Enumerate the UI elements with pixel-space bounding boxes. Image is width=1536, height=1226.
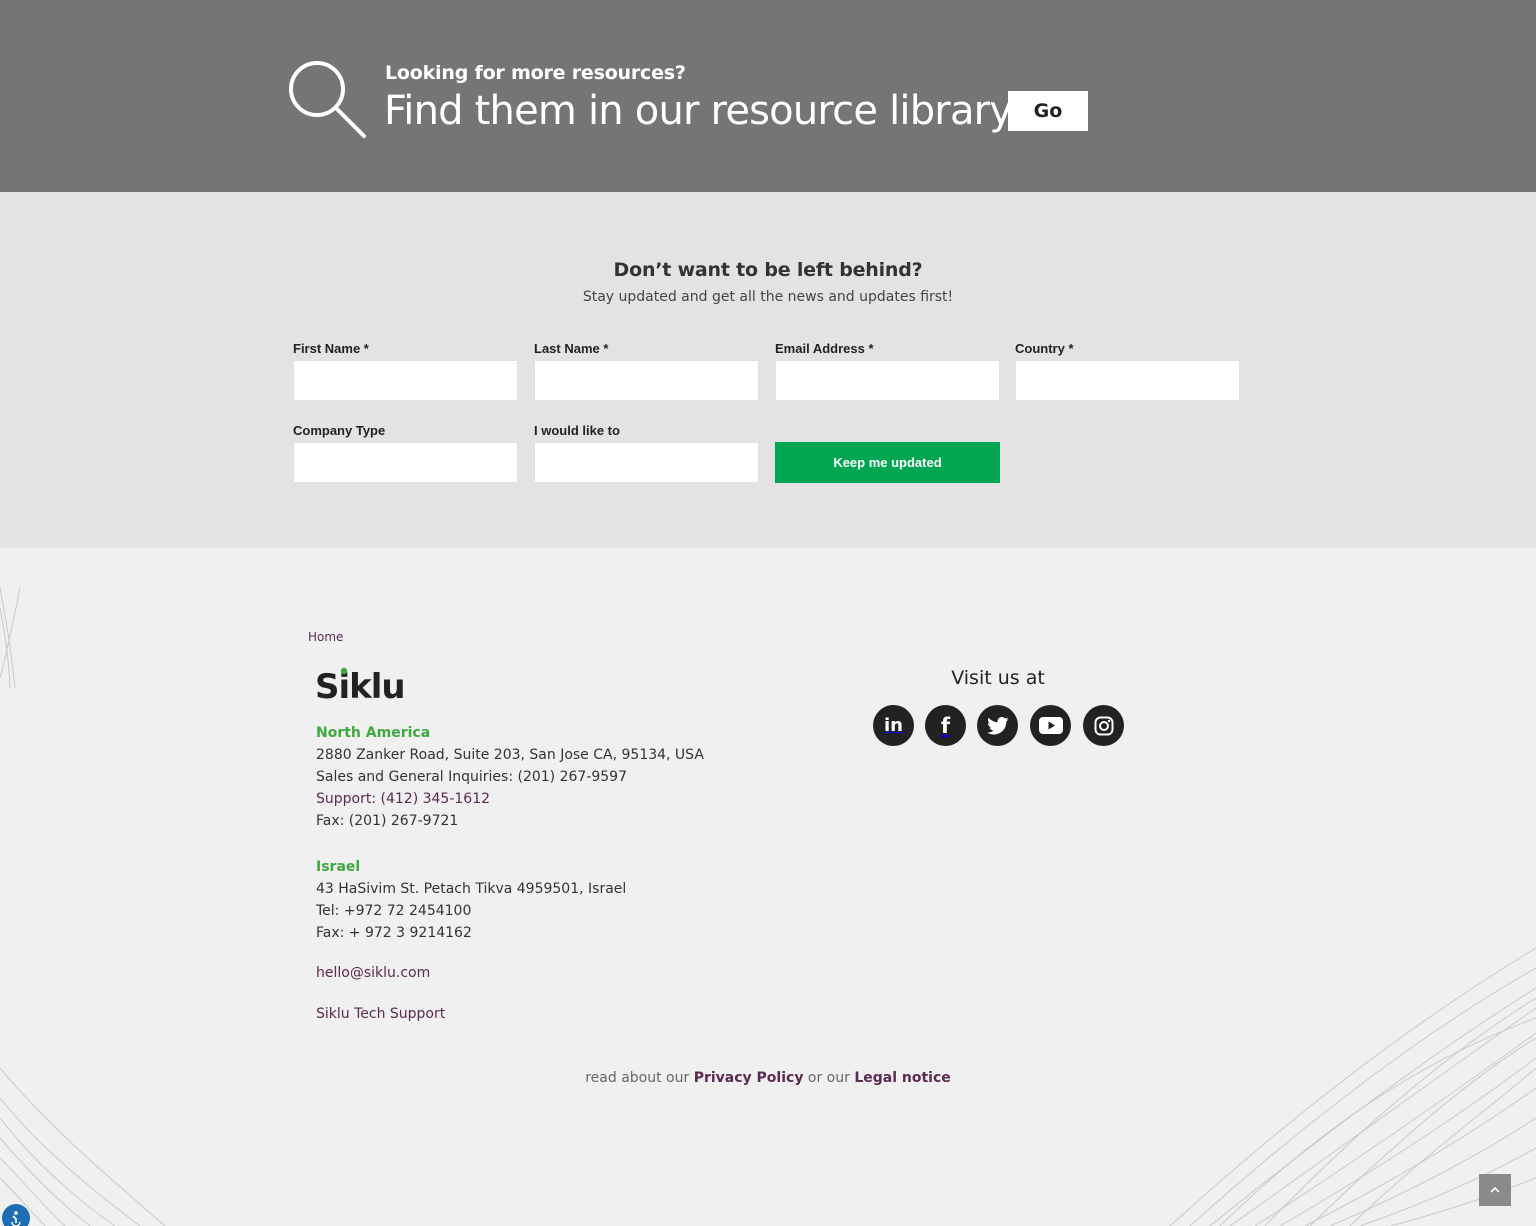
na-support-link[interactable]: Support: (412) 345-1612 xyxy=(316,791,490,807)
legal-prefix: read about our xyxy=(585,1070,690,1086)
banner-kicker: Looking for more resources? xyxy=(385,62,686,84)
accessibility-button[interactable] xyxy=(2,1204,30,1226)
country-label: Country * xyxy=(1015,341,1074,356)
israel-tel: Tel: +972 72 2454100 xyxy=(316,903,472,919)
go-button[interactable]: Go xyxy=(1008,91,1088,131)
israel-title: Israel xyxy=(316,859,361,875)
tech-support-link[interactable]: Siklu Tech Support xyxy=(316,1006,445,1022)
legal-line: read about our Privacy Policy or our Leg… xyxy=(0,1070,1536,1086)
intent-label: I would like to xyxy=(534,423,620,438)
na-address: 2880 Zanker Road, Suite 203, San Jose CA… xyxy=(316,747,704,763)
email-link[interactable]: hello@siklu.com xyxy=(316,965,430,981)
accessibility-icon xyxy=(11,1211,21,1226)
israel-address: 43 HaSivim St. Petach Tikva 4959501, Isr… xyxy=(316,881,627,897)
company-type-label: Company Type xyxy=(293,423,386,438)
facebook-link[interactable]: f xyxy=(925,705,966,746)
company-type-field[interactable] xyxy=(293,442,518,483)
back-to-top-button[interactable] xyxy=(1479,1174,1511,1206)
na-sales: Sales and General Inquiries: (201) 267-9… xyxy=(316,769,627,785)
facebook-icon: f xyxy=(940,713,951,738)
email-label: Email Address * xyxy=(775,341,874,356)
first-name-label: First Name * xyxy=(293,341,369,356)
country-field[interactable] xyxy=(1015,360,1240,401)
youtube-link[interactable] xyxy=(1030,705,1071,746)
chevron-up-icon xyxy=(1490,1187,1500,1193)
instagram-link[interactable] xyxy=(1083,705,1124,746)
search-icon xyxy=(289,61,366,138)
first-name-field[interactable] xyxy=(293,360,518,401)
siklu-logo: Siklu xyxy=(315,667,406,704)
email-field[interactable] xyxy=(775,360,1000,401)
banner-headline: Find them in our resource library xyxy=(384,88,1013,134)
israel-fax: Fax: + 972 3 9214162 xyxy=(316,925,472,941)
na-fax: Fax: (201) 267-9721 xyxy=(316,813,459,829)
decorative-lines xyxy=(0,587,1536,1226)
legal-middle: or our xyxy=(807,1070,850,1086)
north-america-title: North America xyxy=(316,725,431,741)
linkedin-link[interactable]: in xyxy=(873,705,914,746)
last-name-field[interactable] xyxy=(534,360,759,401)
subscribe-subtitle: Stay updated and get all the news and up… xyxy=(582,289,954,305)
visit-us-title: Visit us at xyxy=(951,667,1045,689)
subscribe-title: Don’t want to be left behind? xyxy=(613,259,923,281)
svg-text:Siklu: Siklu xyxy=(315,667,405,704)
legal-notice-link[interactable]: Legal notice xyxy=(854,1070,950,1086)
twitter-link[interactable] xyxy=(977,705,1018,746)
linkedin-icon: in xyxy=(884,715,903,736)
last-name-label: Last Name * xyxy=(534,341,609,356)
intent-field[interactable] xyxy=(534,442,759,483)
privacy-policy-link[interactable]: Privacy Policy xyxy=(694,1070,804,1086)
youtube-icon xyxy=(1038,717,1063,734)
keep-me-updated-button[interactable]: Keep me updated xyxy=(775,442,1000,483)
twitter-icon xyxy=(986,716,1008,734)
instagram-icon xyxy=(1094,716,1113,735)
footer: Home Siklu North America 2880 Zanker Roa… xyxy=(0,548,1536,1226)
resource-banner: Looking for more resources? Find them in… xyxy=(0,0,1536,192)
subscribe-section: Don’t want to be left behind? Stay updat… xyxy=(0,192,1536,548)
breadcrumb-home[interactable]: Home xyxy=(308,630,343,644)
